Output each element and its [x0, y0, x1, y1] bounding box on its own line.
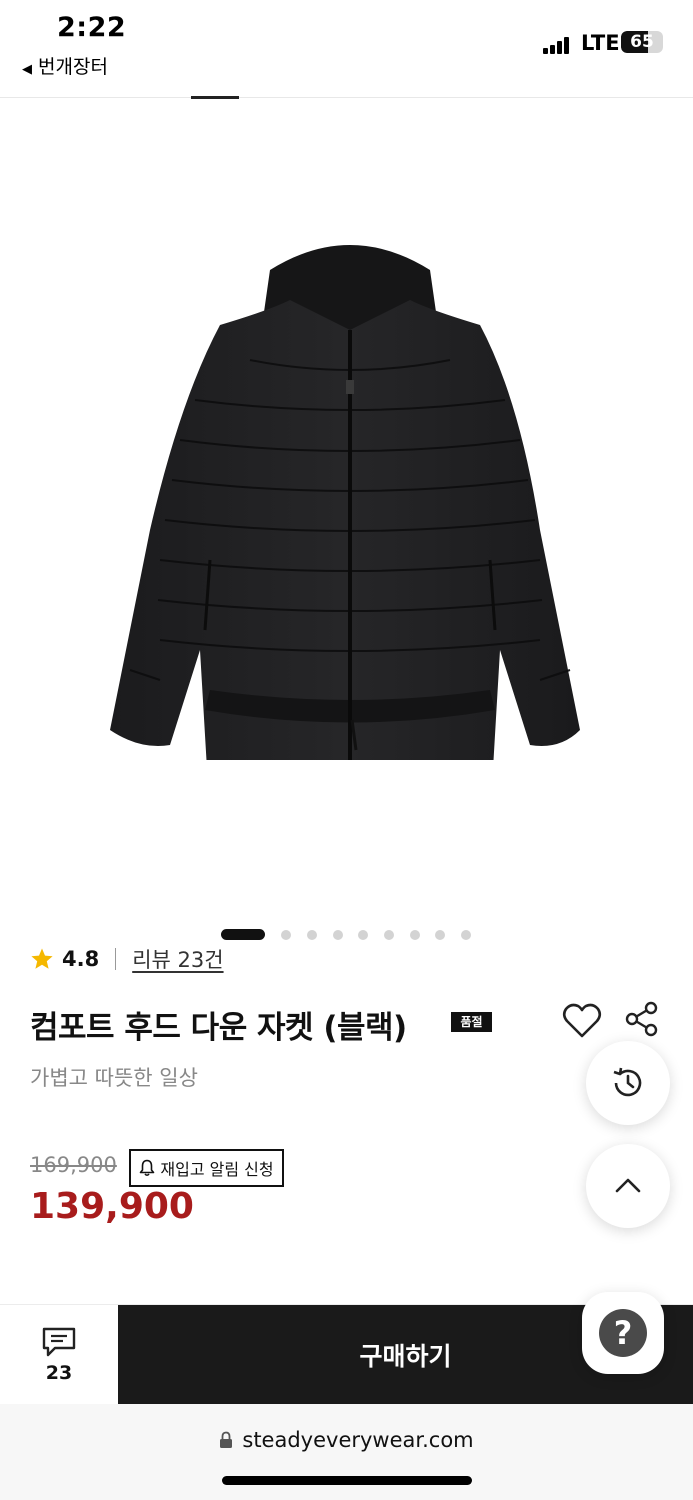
star-icon — [31, 948, 53, 969]
divider — [115, 948, 117, 970]
tab-indicator — [191, 96, 239, 99]
home-indicator[interactable] — [222, 1476, 472, 1485]
restock-alert-label: 재입고 알림 신청 — [160, 1160, 274, 1179]
gallery-dot[interactable] — [307, 930, 317, 940]
back-to-app-button[interactable]: ◀ 번개장터 — [22, 52, 108, 79]
back-app-label: 번개장터 — [38, 56, 108, 78]
gallery-dot[interactable] — [358, 930, 368, 940]
help-icon: ? — [599, 1309, 647, 1357]
product-image — [110, 245, 580, 760]
gallery-dot[interactable] — [281, 930, 291, 940]
reviews-link[interactable]: 리뷰 23건 — [132, 944, 223, 974]
history-icon — [613, 1067, 642, 1097]
gallery-dot[interactable] — [333, 930, 343, 940]
original-price: 169,900 — [30, 1153, 117, 1177]
network-type: LTE — [581, 31, 620, 55]
back-triangle-icon: ◀ — [22, 62, 32, 77]
share-icon[interactable] — [623, 1000, 661, 1038]
product-subtitle: 가볍고 따뜻한 일상 — [30, 1066, 198, 1090]
battery-level: 65 — [630, 32, 654, 52]
status-time: 2:22 — [57, 12, 127, 43]
gallery-dot[interactable] — [384, 930, 394, 940]
help-button[interactable]: ? — [582, 1292, 664, 1374]
url-text: steadyeverywear.com — [242, 1428, 474, 1452]
lock-icon — [220, 1431, 233, 1448]
scroll-to-top-button[interactable] — [586, 1144, 670, 1228]
reviews-chat-button[interactable]: 23 — [0, 1305, 118, 1405]
status-bar: 2:22 ◀ 번개장터 LTE 65 — [0, 0, 693, 99]
product-image-gallery[interactable] — [0, 100, 693, 940]
gallery-dot[interactable] — [410, 930, 420, 940]
address-field[interactable]: steadyeverywear.com — [0, 1428, 693, 1452]
battery-icon: 65 — [621, 31, 663, 53]
chat-icon — [42, 1327, 76, 1357]
gallery-dot-active[interactable] — [221, 929, 265, 940]
soldout-badge: 품절 — [451, 1012, 492, 1032]
signal-icon — [543, 36, 575, 54]
bell-icon — [140, 1159, 155, 1177]
product-title: 컴포트 후드 다운 자켓 (블랙) — [30, 1010, 407, 1046]
heart-icon[interactable] — [561, 1000, 603, 1042]
restock-alert-button[interactable]: 재입고 알림 신청 — [129, 1149, 284, 1187]
sale-price: 139,900 — [30, 1186, 194, 1227]
browser-url-bar: steadyeverywear.com — [0, 1404, 693, 1500]
rating-row: 4.8 리뷰 23건 — [30, 944, 224, 974]
chevron-up-icon — [615, 1178, 641, 1193]
chat-count: 23 — [45, 1362, 73, 1384]
recently-viewed-button[interactable] — [586, 1041, 670, 1125]
rating-value: 4.8 — [62, 947, 100, 971]
gallery-dot[interactable] — [461, 930, 471, 940]
gallery-dot[interactable] — [435, 930, 445, 940]
